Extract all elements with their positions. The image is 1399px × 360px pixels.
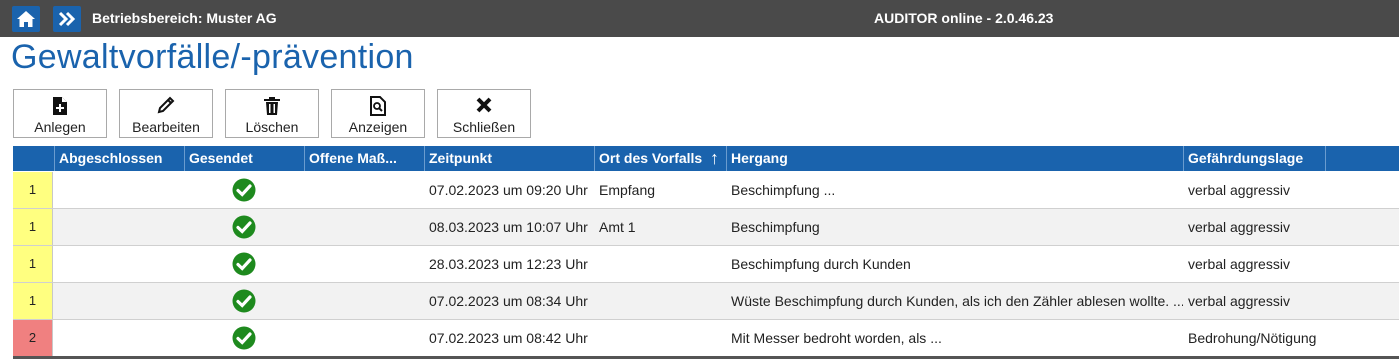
close-button[interactable]: Schließen: [437, 89, 531, 138]
sent-check-icon: [232, 289, 256, 313]
edit-button[interactable]: Bearbeiten: [119, 89, 213, 138]
double-chevron-right-icon: [58, 11, 76, 27]
view-button-label: Anzeigen: [348, 119, 408, 135]
level-cell: 1: [13, 172, 53, 208]
cell-abgeschlossen: [54, 172, 184, 208]
cell-zeitpunkt: 08.03.2023 um 10:07 Uhr: [429, 219, 588, 235]
header-gesendet[interactable]: Gesendet: [184, 146, 304, 171]
cell-lage: verbal aggressiv: [1188, 256, 1290, 272]
cell-abgeschlossen: [54, 283, 184, 319]
home-button[interactable]: [12, 6, 40, 32]
cell-lage: verbal aggressiv: [1188, 182, 1290, 198]
table-header: Abgeschlossen Gesendet Offene Maß... Zei…: [13, 146, 1399, 171]
level-cell: 1: [13, 283, 53, 319]
forward-button[interactable]: [53, 6, 81, 32]
sort-ascending-icon: ↑: [710, 148, 719, 168]
level-cell: 2: [13, 320, 53, 356]
cell-hergang: Beschimpfung ...: [731, 182, 836, 198]
cell-lage: verbal aggressiv: [1188, 293, 1290, 309]
cell-lage: Bedrohung/Nötigung: [1188, 330, 1317, 346]
cell-ort: [594, 283, 726, 319]
level-cell: 1: [13, 209, 53, 245]
cell-ort: Amt 1: [599, 219, 636, 235]
new-button[interactable]: Anlegen: [13, 89, 107, 138]
table-bottom-border: [13, 356, 1399, 359]
delete-button-label: Löschen: [245, 119, 299, 135]
cell-offene: [304, 283, 424, 319]
cell-hergang: Mit Messer bedroht worden, als ...: [731, 330, 942, 346]
cell-abgeschlossen: [54, 320, 184, 356]
sent-check-icon: [232, 252, 256, 276]
sent-check-icon: [232, 326, 256, 350]
view-button[interactable]: Anzeigen: [331, 89, 425, 138]
header-ort-label: Ort des Vorfalls: [599, 150, 703, 166]
cell-offene: [304, 172, 424, 208]
app-version-label: AUDITOR online - 2.0.46.23: [874, 10, 1054, 26]
cell-ort: Empfang: [599, 182, 656, 198]
cell-lage: verbal aggressiv: [1188, 219, 1290, 235]
business-area-label: Betriebsbereich: Muster AG: [92, 10, 277, 26]
cell-offene: [304, 209, 424, 245]
cell-zeitpunkt: 07.02.2023 um 09:20 Uhr: [429, 182, 588, 198]
pencil-icon: [157, 96, 175, 114]
edit-button-label: Bearbeiten: [132, 119, 200, 135]
level-cell: 1: [13, 246, 53, 282]
cell-ort: [594, 246, 726, 282]
cell-offene: [304, 320, 424, 356]
table-row[interactable]: 1 28.03.2023 um 12:23 Uhr Beschimpfung dur…: [13, 246, 1399, 283]
sent-check-icon: [232, 215, 256, 239]
header-hergang[interactable]: Hergang: [726, 146, 1183, 171]
header-filler: [1325, 146, 1399, 171]
cell-zeitpunkt: 07.02.2023 um 08:42 Uhr: [429, 330, 588, 346]
cell-offene: [304, 246, 424, 282]
header-gefaehrdungslage[interactable]: Gefährdungslage: [1183, 146, 1325, 171]
close-button-label: Schließen: [452, 119, 516, 135]
page-title: Gewaltvorfälle/-prävention: [11, 38, 414, 76]
cell-hergang: Beschimpfung durch Kunden: [731, 256, 911, 272]
table-row[interactable]: 2 07.02.2023 um 08:42 Uhr Mit Messer bedro…: [13, 320, 1399, 357]
document-search-icon: [370, 96, 386, 116]
new-button-label: Anlegen: [34, 119, 86, 135]
trash-icon: [264, 97, 280, 115]
sent-check-icon: [232, 178, 256, 202]
top-bar: Betriebsbereich: Muster AG AUDITOR onlin…: [0, 0, 1399, 37]
table-row[interactable]: 1 07.02.2023 um 09:20 Uhr Empfang Beschimpf…: [13, 172, 1399, 209]
cell-abgeschlossen: [54, 246, 184, 282]
cell-hergang: Wüste Beschimpfung durch Kunden, als ich…: [731, 293, 1183, 309]
header-zeitpunkt[interactable]: Zeitpunkt: [424, 146, 594, 171]
cell-abgeschlossen: [54, 209, 184, 245]
new-document-icon: [53, 97, 67, 115]
cell-zeitpunkt: 07.02.2023 um 08:34 Uhr: [429, 293, 588, 309]
header-abgeschlossen[interactable]: Abgeschlossen: [54, 146, 184, 171]
header-ort[interactable]: Ort des Vorfalls ↑: [594, 146, 726, 171]
home-icon: [17, 11, 35, 27]
cell-ort: [594, 320, 726, 356]
cell-hergang: Beschimpfung: [731, 219, 820, 235]
header-level[interactable]: [13, 146, 54, 171]
close-icon: [476, 97, 492, 113]
cell-zeitpunkt: 28.03.2023 um 12:23 Uhr: [429, 256, 588, 272]
table-row[interactable]: 1 08.03.2023 um 10:07 Uhr Amt 1 Beschimpfun…: [13, 209, 1399, 246]
table-row[interactable]: 1 07.02.2023 um 08:34 Uhr Wüste Beschimpfu…: [13, 283, 1399, 320]
delete-button[interactable]: Löschen: [225, 89, 319, 138]
header-offene-massnahmen[interactable]: Offene Maß...: [304, 146, 424, 171]
